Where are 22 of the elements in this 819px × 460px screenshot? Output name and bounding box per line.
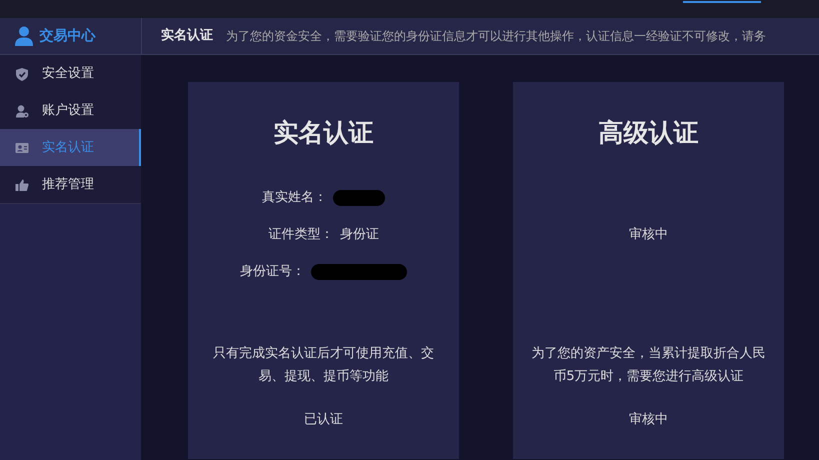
shield-icon [15, 66, 29, 80]
user-icon [15, 26, 33, 46]
notice-text: 为了您的资金安全，需要验证您的身份证信息才可以进行其他操作，认证信息一经验证不可修改，请务 [226, 28, 766, 45]
card-description: 为了您的资产安全，当累计提取折合人民币5万元时，需要您进行高级认证 [530, 344, 766, 386]
card-title: 高级认证 [598, 117, 700, 149]
field-label: 真实姓名： [262, 189, 327, 208]
id-card-icon [15, 140, 29, 154]
card-title: 实名认证 [272, 117, 374, 149]
card-description: 只有完成实名认证后才可使用充值、交易、提现、提币等功能 [212, 344, 435, 386]
header-title: 实名认证 [161, 26, 213, 46]
status-text: 审核中 [628, 410, 669, 428]
field-label: 身份证号： [240, 263, 305, 282]
field-value: 身份证 [340, 226, 379, 244]
sidebar-item[interactable]: 安全设置 [0, 55, 141, 92]
user-icon [15, 104, 29, 118]
redaction-mark [333, 190, 386, 206]
thumbs-up-icon [15, 178, 29, 192]
status-text: 已认证 [303, 410, 344, 428]
field-value: 审核中 [629, 226, 668, 244]
sidebar-item[interactable]: 推荐管理 [0, 166, 141, 203]
field-label: 证件类型： [268, 226, 334, 244]
sidebar-item[interactable]: 账户设置 [0, 92, 141, 129]
